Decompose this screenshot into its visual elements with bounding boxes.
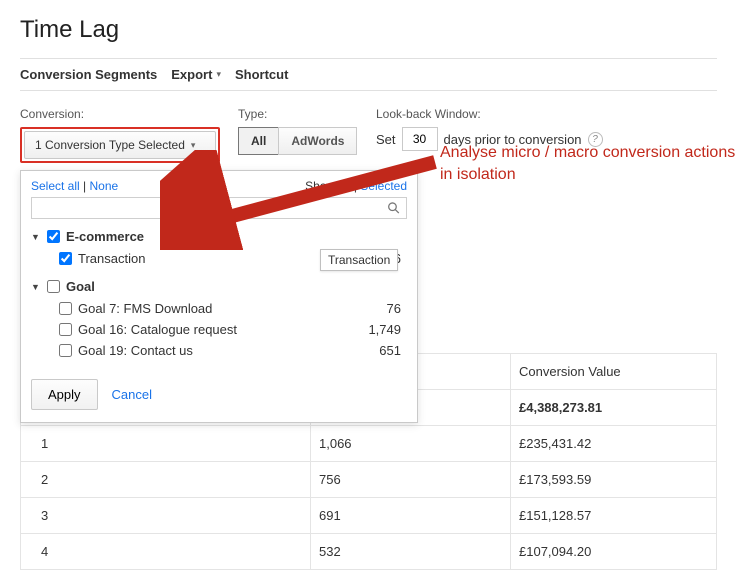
item-transaction-checkbox[interactable]: [59, 252, 72, 265]
conversion-search-input[interactable]: [38, 201, 387, 215]
item-goal19-checkbox[interactable]: [59, 344, 72, 357]
conversion-dropdown-text: 1 Conversion Type Selected: [35, 138, 185, 152]
group-ecommerce-label: E-commerce: [66, 229, 144, 244]
shortcut-link[interactable]: Shortcut: [235, 67, 288, 82]
report-toolbar: Conversion Segments Export ▾ Shortcut: [20, 58, 717, 91]
item-goal16-value: 1,749: [368, 322, 407, 337]
search-icon: [387, 201, 400, 215]
conversion-dropdown-highlight: 1 Conversion Type Selected ▾: [20, 127, 220, 163]
caret-down-icon: ▾: [191, 140, 196, 151]
conversion-type-dropdown[interactable]: 1 Conversion Type Selected ▾: [24, 131, 216, 159]
group-goal-checkbox[interactable]: [47, 280, 60, 293]
group-ecommerce-checkbox[interactable]: [47, 230, 60, 243]
item-goal19-value: 651: [379, 343, 407, 358]
table-row: 2 756 £173,593.59: [21, 462, 717, 498]
table-row: 1 1,066 £235,431.42: [21, 426, 717, 462]
type-segment: All AdWords: [238, 127, 358, 155]
lookback-days-input[interactable]: [402, 127, 438, 151]
type-all-button[interactable]: All: [238, 127, 279, 155]
type-adwords-button[interactable]: AdWords: [278, 127, 357, 155]
lookback-set-text: Set: [376, 132, 396, 147]
show-all-text: Show all: [305, 179, 350, 193]
lookback-label: Look-back Window:: [376, 107, 656, 121]
item-transaction-label: Transaction: [78, 251, 145, 266]
group-goal-label: Goal: [66, 279, 95, 294]
show-selected-link[interactable]: Selected: [360, 179, 407, 193]
select-none-link[interactable]: None: [90, 179, 119, 193]
page-title: Time Lag: [20, 16, 717, 44]
type-label: Type:: [238, 107, 358, 121]
collapse-icon[interactable]: ▼: [31, 282, 41, 292]
table-row: 4 532 £107,094.20: [21, 534, 717, 570]
cancel-link[interactable]: Cancel: [112, 387, 152, 402]
col-conversion-value: Conversion Value: [511, 354, 717, 390]
item-goal19-label: Goal 19: Contact us: [78, 343, 193, 358]
caret-down-icon: ▾: [216, 69, 221, 80]
item-goal7-value: 76: [387, 301, 407, 316]
conversion-segments-link[interactable]: Conversion Segments: [20, 67, 157, 82]
export-menu[interactable]: Export: [171, 67, 212, 82]
item-goal7-checkbox[interactable]: [59, 302, 72, 315]
tooltip: Transaction: [320, 249, 398, 271]
table-row: 3 691 £151,128.57: [21, 498, 717, 534]
conversion-search-box[interactable]: [31, 197, 407, 219]
item-goal16-label: Goal 16: Catalogue request: [78, 322, 237, 337]
apply-button[interactable]: Apply: [31, 379, 98, 410]
conversion-dropdown-panel: Select all | None Show all | Selected ▼ …: [20, 170, 418, 423]
item-goal16-checkbox[interactable]: [59, 323, 72, 336]
annotation-text: Analyse micro / macro conversion actions…: [440, 142, 737, 185]
item-goal7-label: Goal 7: FMS Download: [78, 301, 212, 316]
conversion-label: Conversion:: [20, 107, 220, 121]
collapse-icon[interactable]: ▼: [31, 232, 41, 242]
select-all-link[interactable]: Select all: [31, 179, 80, 193]
